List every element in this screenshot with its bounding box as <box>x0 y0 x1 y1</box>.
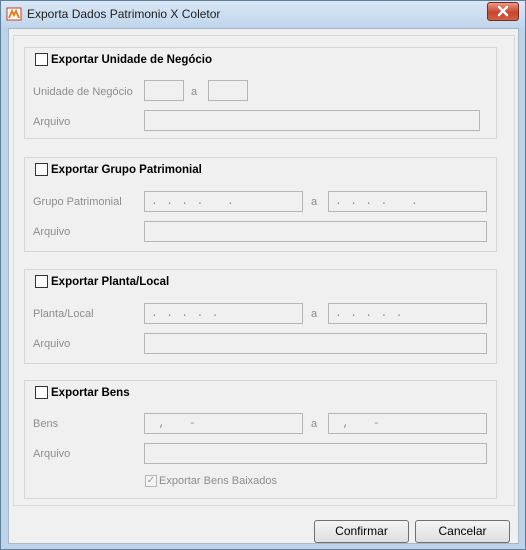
options-panel: Exportar Unidade de Negócio Unidade de N… <box>13 35 515 506</box>
grupo-arquivo-label: Arquivo <box>33 226 71 238</box>
checkbox-box[interactable] <box>35 275 48 288</box>
checkbox-exportar-grupo[interactable]: Exportar Grupo Patrimonial <box>35 163 202 176</box>
grupo-from-field[interactable]: . . . . . <box>144 191 303 212</box>
app-icon <box>6 7 22 21</box>
checkbox-box[interactable] <box>35 53 48 66</box>
bens-separator: a <box>311 418 318 430</box>
checkbox-box[interactable] <box>35 163 48 176</box>
confirmar-button[interactable]: Confirmar <box>314 520 409 543</box>
checkbox-exportar-unidade[interactable]: Exportar Unidade de Negócio <box>35 53 212 66</box>
unidade-from-field[interactable] <box>144 80 184 101</box>
group-planta: Exportar Planta/Local Planta/Local . . .… <box>24 269 497 364</box>
checkbox-exportar-bens[interactable]: Exportar Bens <box>35 386 130 399</box>
checkbox-box[interactable] <box>35 386 48 399</box>
checkbox-label: Exportar Grupo Patrimonial <box>51 163 202 176</box>
grupo-separator: a <box>311 196 318 208</box>
bens-arquivo-label: Arquivo <box>33 448 71 460</box>
planta-to-field[interactable]: . . . . . <box>328 303 487 324</box>
checkbox-label: Exportar Bens Baixados <box>159 475 278 487</box>
unidade-separator: a <box>191 86 198 98</box>
bens-arquivo-field[interactable] <box>144 443 487 464</box>
dialog-window: Exporta Dados Patrimonio X Coletor Expor… <box>0 0 526 550</box>
planta-separator: a <box>311 308 318 320</box>
checkmark-icon[interactable]: ✓ <box>145 475 157 487</box>
planta-from-field[interactable]: . . . . . <box>144 303 303 324</box>
unidade-range-label: Unidade de Negócio <box>33 86 133 98</box>
group-grupo: Exportar Grupo Patrimonial Grupo Patrimo… <box>24 157 497 252</box>
planta-arquivo-field[interactable] <box>144 333 487 354</box>
group-unidade: Exportar Unidade de Negócio Unidade de N… <box>24 47 497 139</box>
bens-from-field[interactable]: , - <box>144 413 303 434</box>
window-title: Exporta Dados Patrimonio X Coletor <box>27 7 221 21</box>
unidade-arquivo-label: Arquivo <box>33 116 71 128</box>
unidade-to-field[interactable] <box>208 80 248 101</box>
close-button[interactable] <box>487 2 519 21</box>
cancelar-button[interactable]: Cancelar <box>415 520 510 543</box>
bens-range-label: Bens <box>33 418 59 430</box>
grupo-range-label: Grupo Patrimonial <box>33 196 122 208</box>
title-bar: Exporta Dados Patrimonio X Coletor <box>1 1 525 27</box>
unidade-arquivo-field[interactable] <box>144 110 480 131</box>
checkbox-exportar-planta[interactable]: Exportar Planta/Local <box>35 275 169 288</box>
group-bens: Exportar Bens Bens , - a , - Arquivo ✓ E… <box>24 380 497 499</box>
dialog-client-area: Exportar Unidade de Negócio Unidade de N… <box>8 28 519 544</box>
checkbox-label: Exportar Planta/Local <box>51 275 170 288</box>
checkbox-label: Exportar Bens <box>51 386 130 399</box>
bens-to-field[interactable]: , - <box>328 413 487 434</box>
grupo-to-field[interactable]: . . . . . <box>328 191 487 212</box>
checkbox-exportar-bens-baixados[interactable]: ✓ Exportar Bens Baixados <box>145 475 277 487</box>
checkbox-label: Exportar Unidade de Negócio <box>51 53 213 66</box>
planta-arquivo-label: Arquivo <box>33 338 71 350</box>
planta-range-label: Planta/Local <box>33 308 94 320</box>
close-icon <box>497 5 509 17</box>
grupo-arquivo-field[interactable] <box>144 221 487 242</box>
